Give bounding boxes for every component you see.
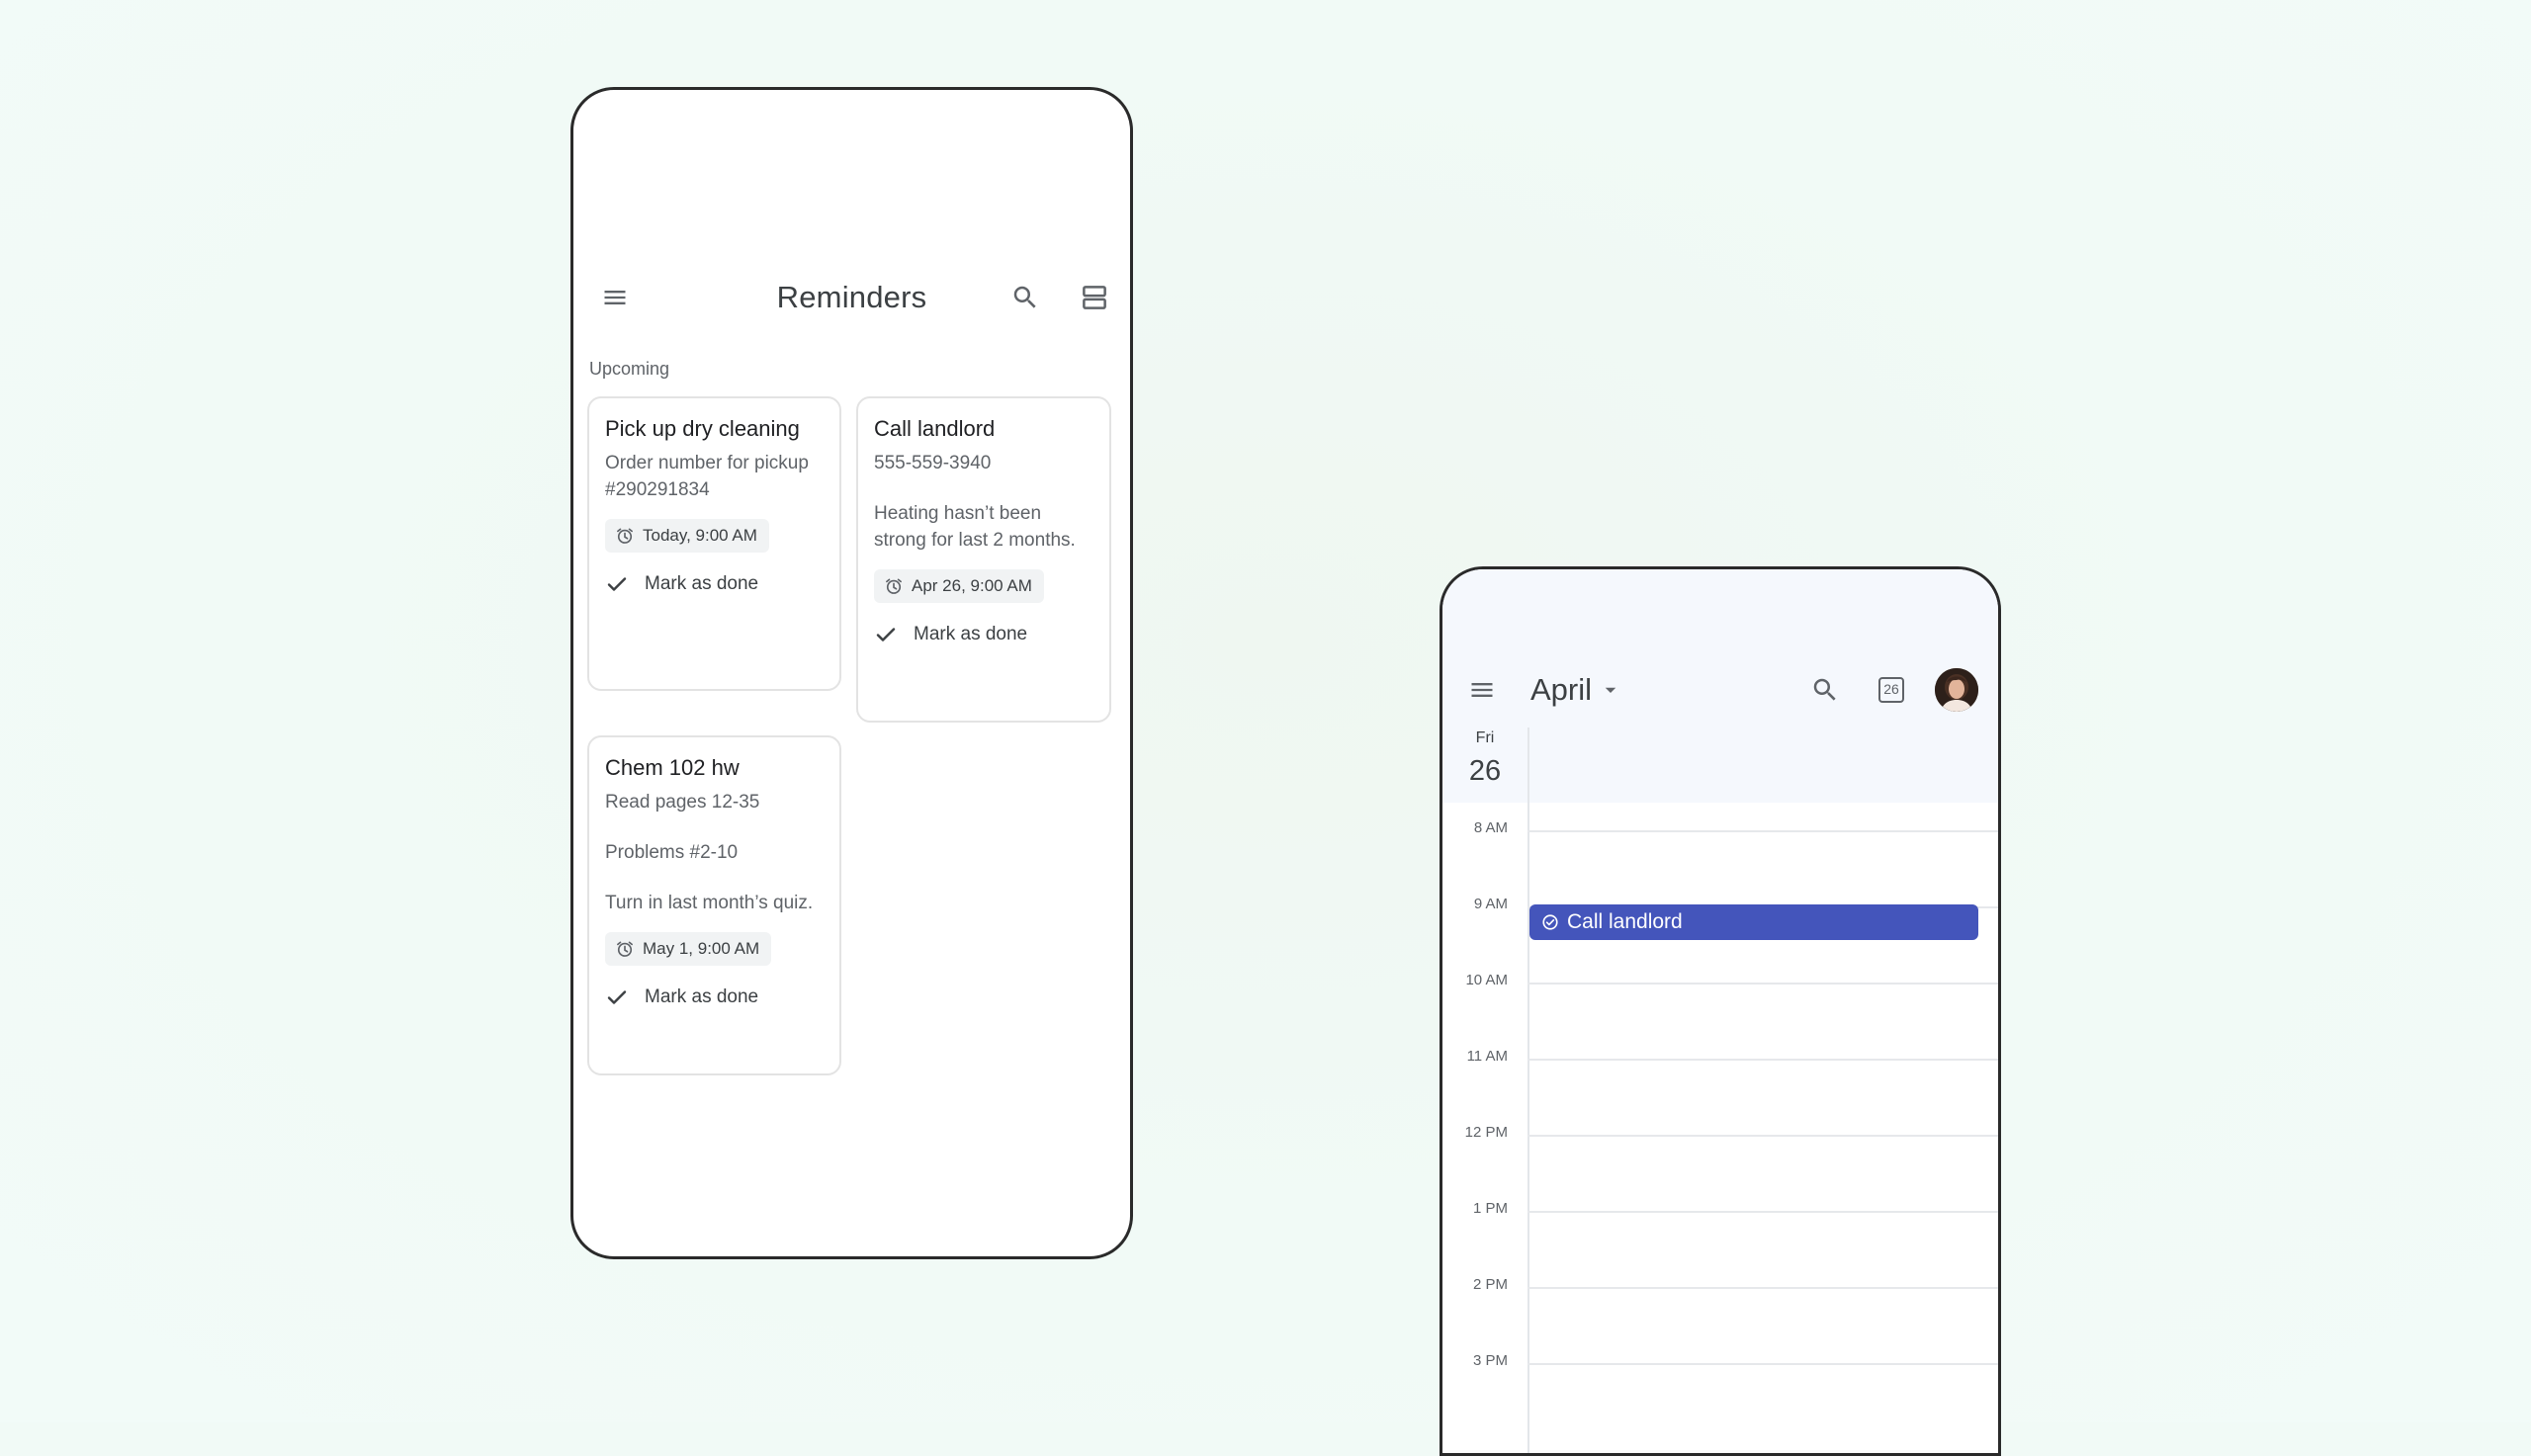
day-number: 26 xyxy=(1468,755,1502,787)
hour-label: 9 AM xyxy=(1473,896,1508,912)
calendar-event-call-landlord[interactable]: Call landlord xyxy=(1529,904,1978,940)
hour-gridline xyxy=(1527,830,1998,832)
menu-button[interactable] xyxy=(1462,670,1502,710)
mark-as-done-button[interactable]: Mark as done xyxy=(605,980,824,1015)
reminder-time: May 1, 9:00 AM xyxy=(643,939,760,958)
reminder-body: Order number for pickup #290291834 xyxy=(605,450,824,503)
hour-gridline xyxy=(1527,1287,1998,1289)
calendar-phone: April 26 Fri 26 8 AM 9 AM 10 AM 11 AM 12… xyxy=(1440,566,2001,1456)
reminder-card[interactable]: Chem 102 hw Read pages 12-35 Problems #2… xyxy=(587,735,841,1075)
hour-label: 3 PM xyxy=(1472,1352,1508,1369)
reminder-body: Read pages 12-35 Problems #2-10 Turn in … xyxy=(605,789,824,916)
search-button[interactable] xyxy=(1805,670,1845,710)
reminder-note: Problems #2-10 xyxy=(605,842,739,863)
event-title: Call landlord xyxy=(1567,910,1683,933)
check-icon xyxy=(607,990,627,1004)
mark-as-done-label: Mark as done xyxy=(645,986,759,1007)
mark-as-done-button[interactable]: Mark as done xyxy=(874,617,1093,652)
hour-label: 11 AM xyxy=(1466,1048,1508,1065)
month-selector[interactable]: April xyxy=(1530,666,1619,714)
check-icon xyxy=(876,628,896,642)
check-icon xyxy=(607,577,627,591)
reminder-body: 555-559-3940 Heating hasn’t been strong … xyxy=(874,450,1093,554)
reminder-time-chip[interactable]: Today, 9:00 AM xyxy=(605,519,769,553)
reminder-card[interactable]: Pick up dry cleaning Order number for pi… xyxy=(587,396,841,691)
reminders-phone: Reminders Upcoming Pick up dry cleaning … xyxy=(570,87,1133,1259)
hour-label: 12 PM xyxy=(1464,1124,1508,1141)
reminder-time-chip[interactable]: Apr 26, 9:00 AM xyxy=(874,569,1044,603)
reminder-note: Heating hasn’t been strong for last 2 mo… xyxy=(874,503,1076,551)
reminder-title: Call landlord xyxy=(874,416,996,441)
reminder-note: Turn in last month’s quiz. xyxy=(605,893,814,913)
hour-gridline xyxy=(1527,983,1998,985)
time-gutter-divider xyxy=(1527,728,1529,1453)
reminder-title: Chem 102 hw xyxy=(605,755,740,780)
calendar-top-app-bar: April 26 xyxy=(1442,658,1998,722)
hour-label: 8 AM xyxy=(1473,819,1508,836)
hour-label: 2 PM xyxy=(1472,1276,1508,1293)
profile-photo-icon xyxy=(1935,668,1978,712)
alarm-icon xyxy=(617,941,633,957)
menu-icon xyxy=(1471,683,1493,697)
mark-as-done-label: Mark as done xyxy=(914,624,1028,644)
hour-gridline xyxy=(1527,1059,1998,1061)
day-name: Fri xyxy=(1475,729,1495,746)
reminder-time-chip[interactable]: May 1, 9:00 AM xyxy=(605,932,772,966)
reminder-note: Read pages 12-35 xyxy=(605,792,760,813)
reminder-card[interactable]: Call landlord 555-559-3940 Heating hasn’… xyxy=(856,396,1111,723)
avatar[interactable] xyxy=(1935,668,1978,712)
hour-gridline xyxy=(1527,1211,1998,1213)
reminder-title: Pick up dry cleaning xyxy=(605,416,800,441)
reminder-time: Apr 26, 9:00 AM xyxy=(912,576,1032,595)
reminder-note: 555-559-3940 xyxy=(874,453,992,473)
task-check-circle-icon xyxy=(1542,914,1558,930)
reminder-note: Order number for pickup #290291834 xyxy=(605,453,809,500)
search-icon xyxy=(1813,678,1836,701)
hour-label: 10 AM xyxy=(1465,972,1508,988)
hour-gridline xyxy=(1527,1135,1998,1137)
mark-as-done-label: Mark as done xyxy=(645,573,759,594)
reminder-cards-grid: Pick up dry cleaning Order number for pi… xyxy=(573,179,1130,1167)
hour-label: 1 PM xyxy=(1472,1200,1508,1217)
arrow-drop-down-icon xyxy=(1605,687,1616,693)
alarm-icon xyxy=(617,528,633,544)
day-header[interactable]: Fri 26 xyxy=(1442,728,1527,791)
month-label: April xyxy=(1530,672,1593,707)
today-button[interactable]: 26 xyxy=(1872,670,1911,710)
hour-gridline xyxy=(1527,1363,1998,1365)
today-calendar-icon: 26 xyxy=(1878,677,1904,703)
reminder-time: Today, 9:00 AM xyxy=(643,526,757,545)
alarm-icon xyxy=(886,578,902,594)
page-background xyxy=(0,0,2531,1422)
mark-as-done-button[interactable]: Mark as done xyxy=(605,566,824,602)
